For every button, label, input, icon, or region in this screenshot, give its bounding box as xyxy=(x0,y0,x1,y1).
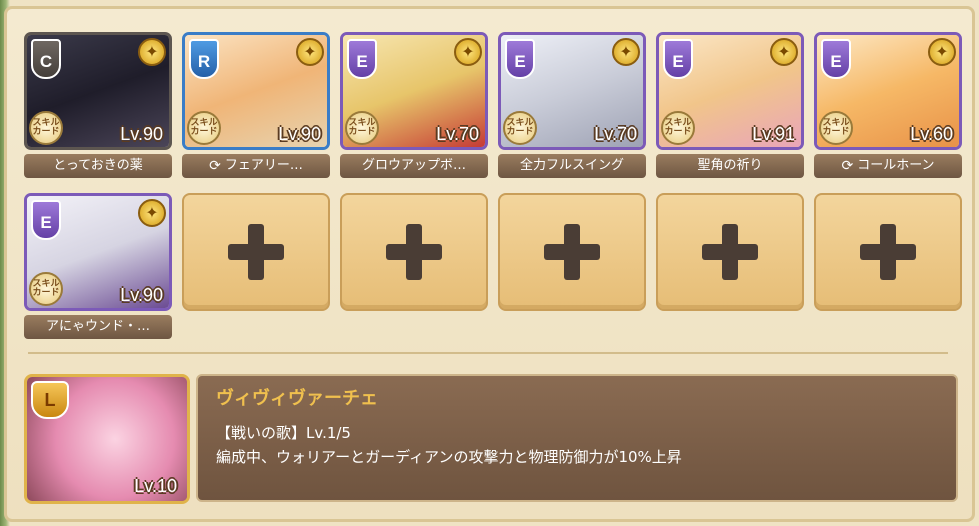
skill-name: ⟳ フェアリー… xyxy=(182,154,330,178)
leader-skill-description: 編成中、ウォリアーとガーディアンの攻撃力と物理防御力が10%上昇 xyxy=(216,448,682,466)
skill-card-icon: スキルカード xyxy=(661,111,695,145)
empty-slot-add-button[interactable] xyxy=(182,193,330,311)
gold-medal-icon: ✦ xyxy=(928,38,956,66)
gold-medal-icon: ✦ xyxy=(138,38,166,66)
skill-card-icon: スキルカード xyxy=(819,111,853,145)
character-card[interactable]: C ✦ スキルカード Lv.90 xyxy=(24,32,172,150)
gold-medal-icon: ✦ xyxy=(454,38,482,66)
level-label: Lv.70 xyxy=(436,124,479,144)
skill-name: とっておきの薬 xyxy=(24,154,172,178)
leader-name: ヴィヴィヴァーチェ xyxy=(216,388,378,409)
rank-badge: C xyxy=(31,39,61,79)
skill-name-text: 聖角の祈り xyxy=(697,158,763,173)
level-label: Lv.91 xyxy=(752,124,795,144)
level-label: Lv.70 xyxy=(594,124,637,144)
leader-card[interactable]: L Lv.10 xyxy=(24,374,190,504)
level-label: Lv.90 xyxy=(120,285,163,305)
skill-card-icon: スキルカード xyxy=(29,111,63,145)
skill-card-icon: スキルカード xyxy=(187,111,221,145)
skill-name-text: フェアリー… xyxy=(224,158,303,173)
skill-name: 聖角の祈り xyxy=(656,154,804,178)
plus-icon xyxy=(860,224,916,280)
skill-name: 全力フルスイング xyxy=(498,154,646,178)
character-card[interactable]: E ✦ スキルカード Lv.90 xyxy=(24,193,172,311)
plus-icon xyxy=(228,224,284,280)
empty-slot-add-button[interactable] xyxy=(498,193,646,311)
skill-card-icon: スキルカード xyxy=(29,272,63,306)
cycle-icon: ⟳ xyxy=(841,158,854,174)
level-label: Lv.90 xyxy=(278,124,321,144)
character-card[interactable]: R ✦ スキルカード Lv.90 xyxy=(182,32,330,150)
leader-info-panel: ヴィヴィヴァーチェ 【戦いの歌】Lv.1/5 編成中、ウォリアーとガーディアンの… xyxy=(196,374,958,502)
character-card[interactable]: E ✦ スキルカード Lv.70 xyxy=(340,32,488,150)
rank-badge: E xyxy=(821,39,851,79)
character-card[interactable]: E ✦ スキルカード Lv.60 xyxy=(814,32,962,150)
skill-card-icon: スキルカード xyxy=(503,111,537,145)
skill-name-text: グロウアップボ… xyxy=(361,158,466,173)
gold-medal-icon: ✦ xyxy=(296,38,324,66)
skill-name-text: とっておきの薬 xyxy=(53,158,143,173)
gold-medal-icon: ✦ xyxy=(612,38,640,66)
skill-name-text: アにゃウンド・… xyxy=(45,319,150,334)
gold-medal-icon: ✦ xyxy=(770,38,798,66)
character-card[interactable]: E ✦ スキルカード Lv.70 xyxy=(498,32,646,150)
empty-slot-add-button[interactable] xyxy=(656,193,804,311)
rank-badge: E xyxy=(347,39,377,79)
level-label: Lv.60 xyxy=(910,124,953,144)
plus-icon xyxy=(386,224,442,280)
skill-name-text: 全力フルスイング xyxy=(519,158,624,173)
skill-name: グロウアップボ… xyxy=(340,154,488,178)
leader-level-label: Lv.10 xyxy=(134,476,177,496)
rank-badge: R xyxy=(189,39,219,79)
cycle-icon: ⟳ xyxy=(209,158,221,174)
divider xyxy=(28,352,948,354)
skill-card-icon: スキルカード xyxy=(345,111,379,145)
rank-badge: E xyxy=(505,39,535,79)
plus-icon xyxy=(544,224,600,280)
leader-skill-title: 【戦いの歌】Lv.1/5 xyxy=(216,424,351,442)
level-label: Lv.90 xyxy=(120,124,163,144)
character-card[interactable]: E ✦ スキルカード Lv.91 xyxy=(656,32,804,150)
skill-name: アにゃウンド・… xyxy=(24,315,172,339)
skill-name: ⟳ コールホーン xyxy=(814,154,962,178)
rank-badge: E xyxy=(31,200,61,240)
skill-name-text: コールホーン xyxy=(857,158,935,173)
leader-rank-badge: L xyxy=(31,381,69,419)
gold-medal-icon: ✦ xyxy=(138,199,166,227)
plus-icon xyxy=(702,224,758,280)
empty-slot-add-button[interactable] xyxy=(340,193,488,311)
empty-slot-add-button[interactable] xyxy=(814,193,962,311)
rank-badge: E xyxy=(663,39,693,79)
